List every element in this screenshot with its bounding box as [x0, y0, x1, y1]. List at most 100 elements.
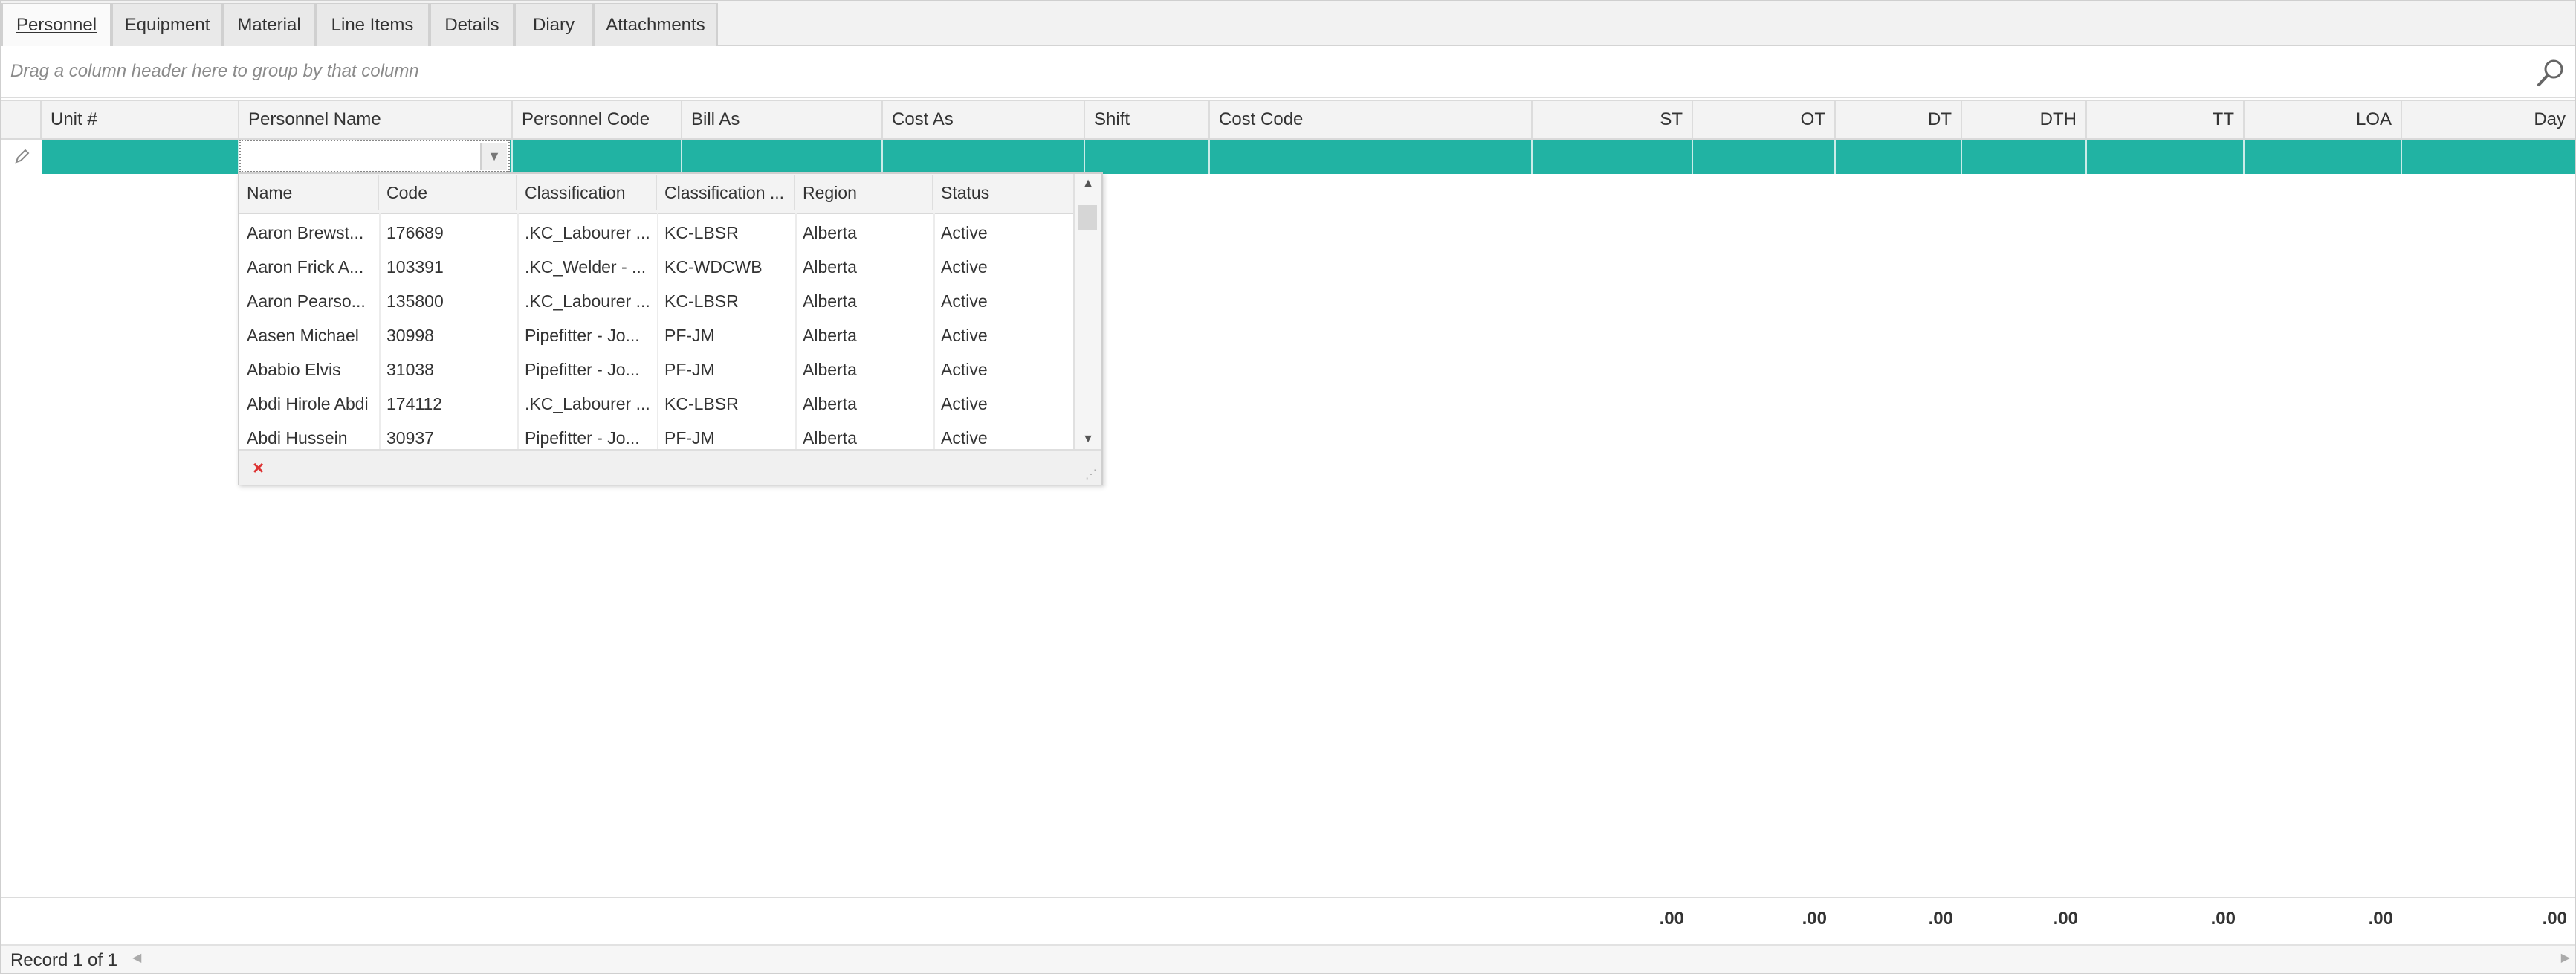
cell-status: Active	[941, 223, 988, 242]
cell-classification-code: PF-JM	[664, 326, 715, 345]
tab-equipment[interactable]: Equipment	[111, 3, 223, 46]
search-icon[interactable]	[2534, 57, 2567, 89]
cell-region: Alberta	[803, 428, 857, 448]
total-day: .00	[2542, 909, 2567, 929]
column-header-personnel-code[interactable]: Personnel Code	[513, 101, 682, 138]
cell-ot[interactable]	[1693, 140, 1836, 174]
cell-code: 30937	[386, 428, 434, 448]
group-by-panel[interactable]: Drag a column header here to group by th…	[1, 46, 2575, 98]
cell-region: Alberta	[803, 223, 857, 242]
scroll-thumb[interactable]	[1078, 205, 1097, 230]
tab-diary[interactable]: Diary	[514, 3, 593, 46]
popup-footer: × ⋰	[239, 449, 1101, 485]
scroll-right-icon[interactable]: ▶	[2561, 950, 2570, 965]
cell-unit[interactable]	[42, 140, 239, 174]
tab-label: Attachments	[606, 15, 705, 35]
tab-material[interactable]: Material	[223, 3, 315, 46]
close-icon[interactable]: ×	[253, 457, 264, 480]
cell-code: 174112	[386, 394, 443, 413]
popup-column-classification[interactable]: Classification	[517, 175, 657, 210]
cell-region: Alberta	[803, 291, 857, 311]
row-indicator-header	[1, 101, 42, 138]
scroll-up-icon[interactable]: ▲	[1075, 177, 1101, 190]
resize-grip-icon[interactable]: ⋰	[1085, 467, 1097, 482]
popup-column-name[interactable]: Name	[239, 175, 379, 210]
tab-label: Diary	[532, 15, 575, 35]
column-header-personnel-name[interactable]: Personnel Name	[239, 101, 513, 138]
total-ot: .00	[1802, 909, 1827, 929]
cell-classification: Pipefitter - Jo...	[525, 360, 640, 379]
tab-label: Details	[444, 15, 499, 35]
tab-personnel[interactable]: Personnel	[1, 3, 111, 48]
popup-column-code[interactable]: Code	[379, 175, 517, 210]
cell-st[interactable]	[1533, 140, 1693, 174]
column-header-ot[interactable]: OT	[1693, 101, 1836, 138]
cell-dt[interactable]	[1836, 140, 1962, 174]
cell-classification: .KC_Labourer ...	[525, 291, 650, 311]
cell-personnel-code[interactable]	[513, 140, 682, 174]
cell-name: Abdi Hirole Abdi	[247, 394, 369, 413]
cell-classification-code: KC-LBSR	[664, 291, 739, 311]
popup-column-classification-code[interactable]: Classification ...	[657, 175, 795, 210]
total-dth: .00	[2053, 909, 2078, 929]
scroll-down-icon[interactable]: ▼	[1075, 433, 1101, 446]
horizontal-scrollbar[interactable]: ◀ ▶	[132, 947, 2575, 971]
cell-classification: .KC_Labourer ...	[525, 223, 650, 242]
cell-loa[interactable]	[2245, 140, 2402, 174]
popup-header: Name Code Classification Classification …	[239, 174, 1075, 214]
column-header-st[interactable]: ST	[1533, 101, 1693, 138]
popup-vertical-scrollbar[interactable]: ▲ ▼	[1073, 174, 1101, 449]
record-navigator: Record 1 of 1 ◀ ▶	[1, 944, 2575, 973]
popup-column-region[interactable]: Region	[795, 175, 933, 210]
tab-label: Line Items	[331, 15, 414, 35]
column-header-dth[interactable]: DTH	[1962, 101, 2087, 138]
tab-label: Equipment	[124, 15, 210, 35]
cell-dth[interactable]	[1962, 140, 2087, 174]
cell-shift[interactable]	[1085, 140, 1210, 174]
column-header-unit[interactable]: Unit #	[42, 101, 239, 138]
dropdown-button[interactable]: ▼	[480, 143, 507, 170]
cell-status: Active	[941, 428, 988, 448]
grid-header: Unit # Personnel Name Personnel Code Bil…	[1, 100, 2575, 140]
cell-code: 135800	[386, 291, 444, 311]
popup-column-status[interactable]: Status	[933, 175, 1075, 210]
cell-tt[interactable]	[2087, 140, 2245, 174]
cell-code: 176689	[386, 223, 444, 242]
cell-cost-code[interactable]	[1210, 140, 1533, 174]
tab-details[interactable]: Details	[430, 3, 514, 46]
column-header-shift[interactable]: Shift	[1085, 101, 1210, 138]
cell-name: Aaron Frick A...	[247, 257, 364, 277]
cell-classification: .KC_Labourer ...	[525, 394, 650, 413]
scroll-left-icon[interactable]: ◀	[132, 950, 141, 965]
tab-line-items[interactable]: Line Items	[315, 3, 430, 46]
column-header-cost-as[interactable]: Cost As	[883, 101, 1085, 138]
grid-footer: .00 .00 .00 .00 .00 .00 .00	[1, 897, 2575, 944]
group-by-hint: Drag a column header here to group by th…	[10, 61, 419, 81]
cell-day[interactable]	[2402, 140, 2575, 174]
cell-cost-as[interactable]	[883, 140, 1085, 174]
cell-classification-code: KC-LBSR	[664, 394, 739, 413]
cell-classification: Pipefitter - Jo...	[525, 326, 640, 345]
column-header-tt[interactable]: TT	[2087, 101, 2245, 138]
column-header-dt[interactable]: DT	[1836, 101, 1962, 138]
column-header-bill-as[interactable]: Bill As	[682, 101, 883, 138]
cell-bill-as[interactable]	[682, 140, 883, 174]
cell-status: Active	[941, 326, 988, 345]
cell-name: Aaron Pearso...	[247, 291, 366, 311]
tab-attachments[interactable]: Attachments	[593, 3, 718, 46]
total-tt: .00	[2210, 909, 2236, 929]
cell-classification-code: PF-JM	[664, 428, 715, 448]
cell-region: Alberta	[803, 257, 857, 277]
cell-status: Active	[941, 291, 988, 311]
cell-region: Alberta	[803, 326, 857, 345]
total-loa: .00	[2368, 909, 2393, 929]
cell-name: Aasen Michael	[247, 326, 359, 345]
personnel-name-lookup-editor[interactable]: ▼	[239, 140, 510, 172]
cell-code: 30998	[386, 326, 434, 345]
personnel-lookup-popup[interactable]: Name Code Classification Classification …	[238, 172, 1103, 485]
column-header-loa[interactable]: LOA	[2245, 101, 2402, 138]
column-header-cost-code[interactable]: Cost Code	[1210, 101, 1533, 138]
cell-classification-code: PF-JM	[664, 360, 715, 379]
cell-name: Abdi Hussein	[247, 428, 348, 448]
column-header-day[interactable]: Day	[2402, 101, 2575, 138]
